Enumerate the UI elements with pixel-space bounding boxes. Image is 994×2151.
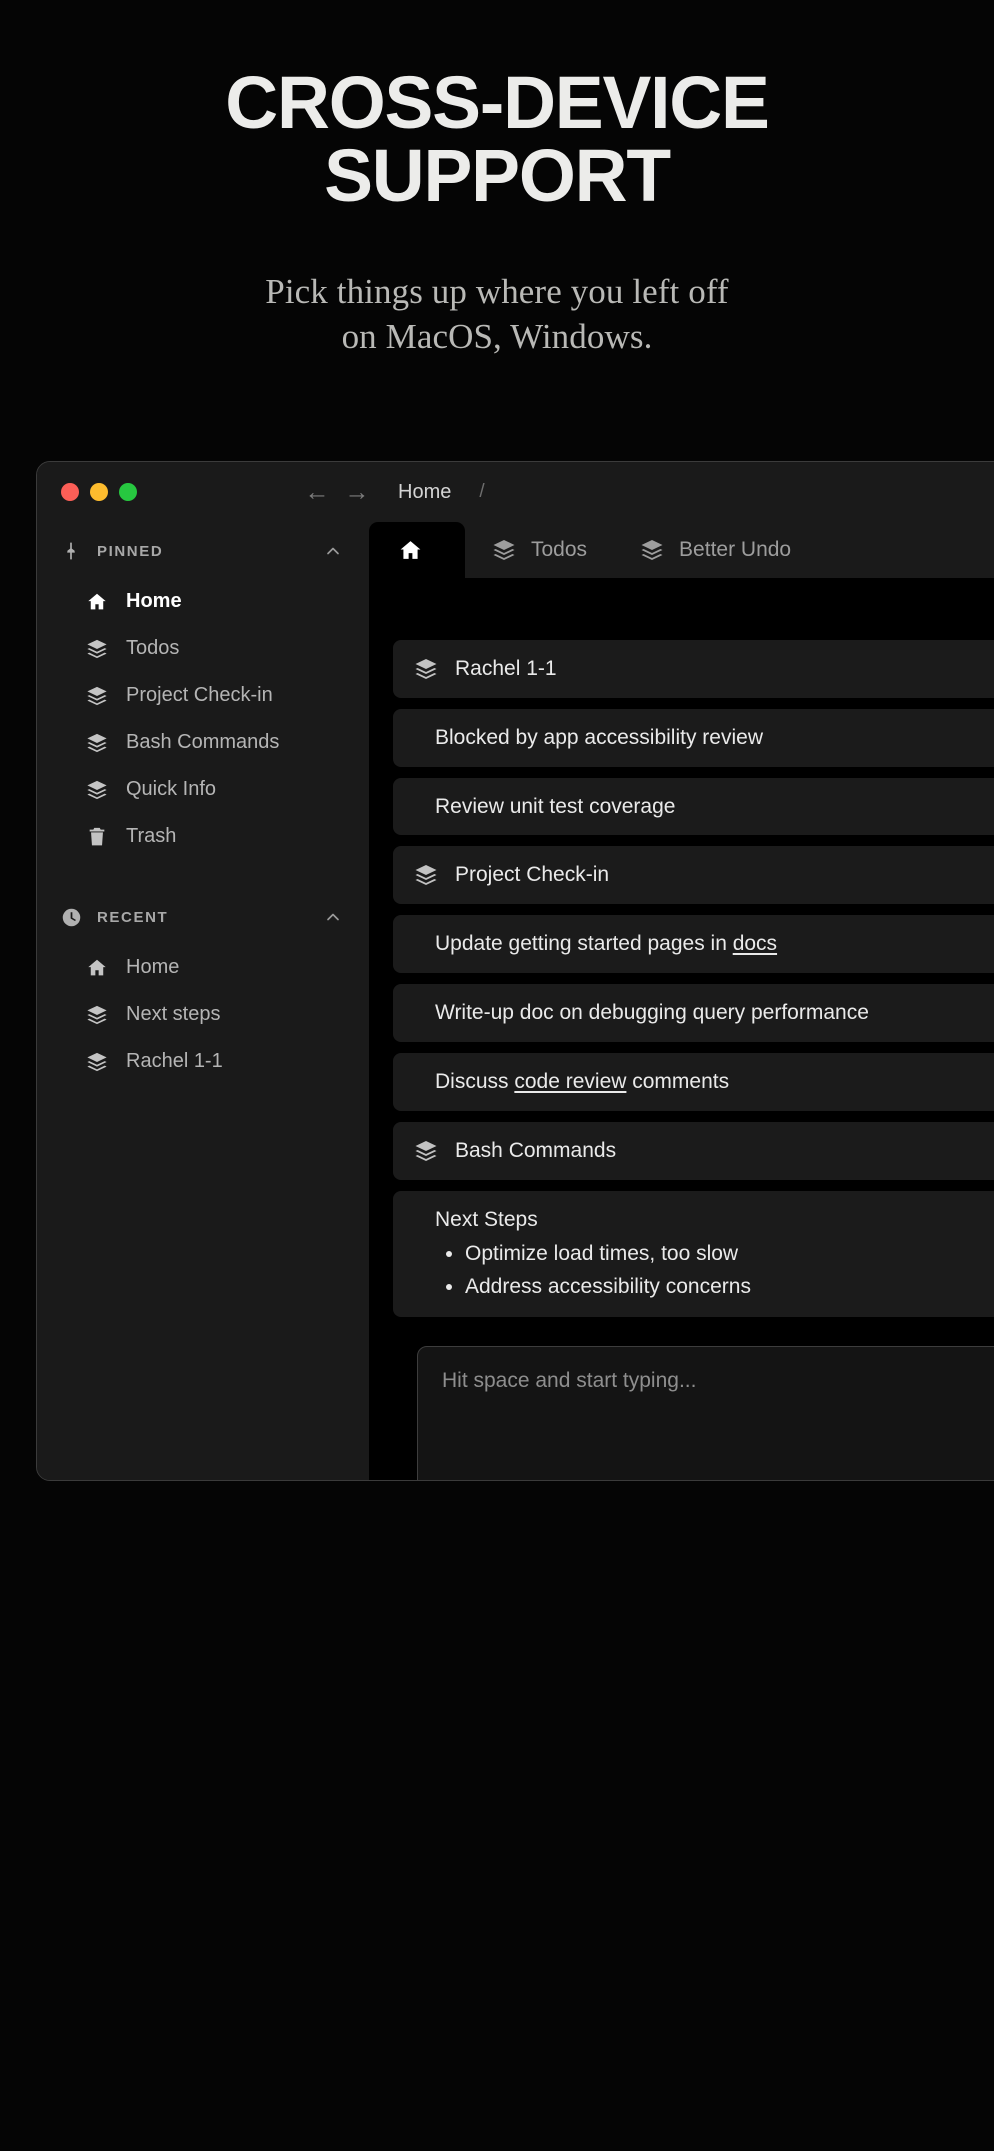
sidebar-recent-item-next-steps[interactable]: Next steps [37,991,369,1038]
home-icon [397,537,423,563]
clock-icon [59,905,83,929]
layers-icon [413,656,439,682]
sidebar-item-label: Project Check-in [126,684,273,706]
layers-icon [85,684,109,708]
minimize-window-button[interactable] [90,483,108,501]
layers-icon [85,637,109,661]
tab-label: Better Undo [679,538,792,561]
sidebar-item-label: Quick Info [126,778,217,800]
note-item-row[interactable]: Review unit test coverage [393,777,994,836]
note-header-label: Rachel 1-1 [455,657,557,680]
sidebar-section-recent-header[interactable]: RECENT [37,896,369,938]
sidebar-item-todos[interactable]: Todos [37,625,369,672]
composer[interactable]: Hit space and start typing... [417,1346,994,1480]
sidebar-section-pinned-header[interactable]: PINNED [37,530,369,572]
layers-icon [491,537,517,563]
sidebar-recent-item-home[interactable]: Home [37,944,369,991]
sidebar: PINNED Home Todos Project Check-in Bash … [37,522,369,1480]
app-window: ← → Home / PINNED Home Todos Project Che… [36,461,994,1481]
note-item-row[interactable]: Blocked by app accessibility review [393,708,994,767]
note-header-label: Bash Commands [455,1138,617,1162]
note-header-row[interactable]: Rachel 1-1 [393,640,994,698]
sidebar-section-recent-label: RECENT [97,908,169,926]
trash-icon [85,825,109,849]
composer-placeholder[interactable]: Hit space and start typing... [442,1369,994,1393]
note-item-text: Blocked by app accessibility review [435,725,763,749]
chevron-up-icon[interactable] [323,541,343,561]
tab-strip: Todos Better Undo [369,522,994,578]
layers-icon [639,537,665,563]
tab-todos[interactable]: Todos [465,522,613,578]
note-item-text: Discuss code review comments [435,1067,729,1097]
chevron-up-icon[interactable] [323,907,343,927]
hero-subtitle: Pick things up where you left off on Mac… [0,269,994,360]
traffic-lights [37,483,137,501]
sidebar-item-home[interactable]: Home [37,578,369,625]
sidebar-item-label: Next steps [126,1003,221,1025]
layers-icon [85,1003,109,1027]
note-bullets-list: Optimize load times, too slow Address ac… [465,1238,994,1303]
tab-better-undo[interactable]: Better Undo [613,522,817,578]
sidebar-item-trash[interactable]: Trash [37,813,369,860]
home-icon [85,956,109,980]
note-item-suffix: comments [626,1069,730,1093]
sidebar-recent-item-rachel-1-1[interactable]: Rachel 1-1 [37,1038,369,1085]
tab-label: Todos [531,538,588,561]
layers-icon [413,862,439,888]
note-item-text: Review unit test coverage [435,794,676,818]
note-item-text: Update getting started pages in docs [435,929,777,959]
hero-subtitle-line-1: Pick things up where you left off [265,271,729,311]
sidebar-item-label: Bash Commands [126,731,280,753]
note-item-prefix: Discuss [435,1069,515,1093]
note-bullet-item: Address accessibility concerns [465,1271,994,1304]
sidebar-section-pinned-label: PINNED [97,542,164,560]
layers-icon [85,778,109,802]
back-arrow-icon[interactable]: ← [304,479,330,505]
note-list: Rachel 1-1 Blocked by app accessibility … [369,578,994,1480]
breadcrumb-current[interactable]: Home [398,481,451,504]
window-titlebar: ← → Home / [37,462,994,522]
note-item-row[interactable]: Update getting started pages in docs [393,915,994,974]
sidebar-section-divider [37,860,369,896]
note-bullets-row[interactable]: Next Steps Optimize load times, too slow… [393,1190,994,1318]
home-icon [85,590,109,614]
tab-home[interactable] [369,522,465,578]
pin-icon [59,539,83,563]
note-item-text: Write-up doc on debugging query performa… [435,1001,869,1025]
sidebar-item-quick-info[interactable]: Quick Info [37,766,369,813]
sidebar-item-label: Todos [126,637,180,659]
note-header-row[interactable]: Project Check-in [393,846,994,905]
note-item-link[interactable]: docs [733,932,777,955]
sidebar-item-label: Home [126,590,182,612]
breadcrumb: ← → Home / [304,479,485,505]
forward-arrow-icon[interactable]: → [344,479,370,505]
sidebar-item-bash-commands[interactable]: Bash Commands [37,719,369,766]
breadcrumb-separator: / [479,481,485,502]
sidebar-item-label: Home [126,956,180,978]
main-panel: Todos Better Undo Rachel 1-1 Blocked by … [369,522,994,1480]
hero-section: CROSS-DEVICE SUPPORT Pick things up wher… [0,0,994,360]
note-item-row[interactable]: Write-up doc on debugging query performa… [393,984,994,1042]
page-title: CROSS-DEVICE SUPPORT [225,61,770,218]
window-body: PINNED Home Todos Project Check-in Bash … [37,522,994,1480]
note-header-row[interactable]: Bash Commands [393,1121,994,1180]
layers-icon [413,1138,439,1164]
close-window-button[interactable] [61,483,79,501]
layers-icon [85,731,109,755]
note-item-row[interactable]: Discuss code review comments [393,1052,994,1111]
layers-icon [85,1050,109,1074]
note-item-link[interactable]: code review [514,1070,626,1093]
note-item-prefix: Update getting started pages in [435,932,733,956]
sidebar-item-project-check-in[interactable]: Project Check-in [37,672,369,719]
hero-subtitle-line-2: on MacOS, Windows. [341,317,653,356]
note-bullets-title: Next Steps [435,1207,538,1231]
note-header-label: Project Check-in [455,863,610,887]
sidebar-item-label: Rachel 1-1 [126,1050,223,1072]
sidebar-item-label: Trash [126,825,177,847]
maximize-window-button[interactable] [119,483,137,501]
note-bullet-item: Optimize load times, too slow [465,1238,994,1271]
